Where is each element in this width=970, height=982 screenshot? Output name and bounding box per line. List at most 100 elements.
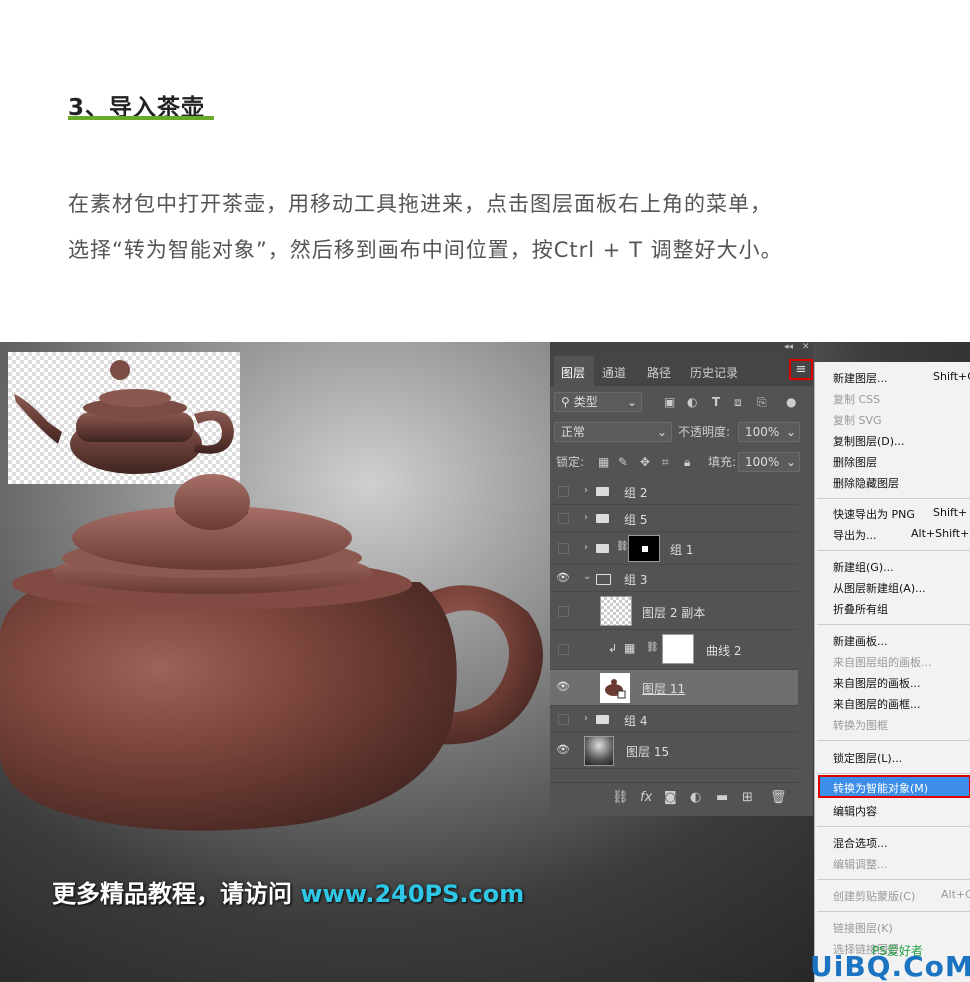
- menu-item-convert-to-smart-object[interactable]: 转换为智能对象(M): [833, 780, 928, 796]
- curves-adjustment-icon: ▦: [624, 641, 636, 655]
- layer-row-layer-15[interactable]: 👁︎ 图层 15: [550, 733, 798, 769]
- chevron-right-icon[interactable]: ›: [584, 512, 588, 523]
- menu-item-artboard-from-group[interactable]: 来自图层组的画板...: [833, 654, 932, 670]
- menu-item-new-group[interactable]: 新建组(G)...: [833, 559, 894, 575]
- teapot-mini-icon: [605, 679, 626, 699]
- adjustment-mask-thumbnail: [662, 634, 694, 664]
- smart-object-filter-icon[interactable]: ⎘: [757, 392, 767, 412]
- site-logo: UiBQ.CoM: [810, 950, 970, 982]
- layer-row-group-4[interactable]: › 组 4: [550, 706, 798, 733]
- tab-channels[interactable]: 通道: [602, 364, 626, 381]
- menu-item-edit-adjustment[interactable]: 编辑调整...: [833, 856, 888, 872]
- menu-item-new-artboard[interactable]: 新建画板...: [833, 633, 888, 649]
- menu-item-edit-contents[interactable]: 编辑内容: [833, 803, 877, 819]
- folder-icon: [596, 514, 609, 523]
- layer-name: 图层 2 副本: [642, 606, 706, 620]
- layer-row-layer-11[interactable]: 👁︎ 图层 11: [550, 670, 798, 706]
- mask-shape: [642, 546, 648, 552]
- watermark-url: www.240PS.com: [300, 880, 525, 908]
- eye-icon[interactable]: 👁︎: [555, 680, 571, 693]
- chevron-right-icon[interactable]: ›: [584, 713, 588, 724]
- mask-icon[interactable]: ◙: [664, 790, 677, 805]
- visibility-toggle[interactable]: [558, 543, 569, 554]
- close-panel-icon[interactable]: ✕: [802, 342, 810, 352]
- menu-separator: [817, 773, 970, 774]
- panel-menu-button[interactable]: ≡: [789, 359, 813, 380]
- layer-name[interactable]: 图层 11: [642, 680, 685, 697]
- blend-row: 正常 ⌄ 不透明度: 100% ⌄: [554, 422, 802, 444]
- blend-mode-value: 正常: [561, 425, 586, 439]
- adjustment-filter-icon[interactable]: ◐: [687, 392, 697, 412]
- chevron-down-icon: ⌄: [785, 425, 796, 439]
- lock-transparent-icon[interactable]: ▦: [598, 452, 609, 472]
- lock-label: 锁定:: [556, 455, 585, 469]
- text-filter-icon[interactable]: T: [712, 392, 720, 412]
- layer-row-group-3[interactable]: 👁︎ ⌄ 组 3: [550, 565, 798, 592]
- tab-paths[interactable]: 路径: [647, 364, 671, 381]
- menu-item-delete-hidden-layers[interactable]: 删除隐藏图层: [833, 475, 899, 491]
- lock-position-icon[interactable]: ✥: [640, 452, 650, 472]
- tab-history[interactable]: 历史记录: [690, 364, 738, 381]
- opacity-label: 不透明度:: [678, 425, 731, 439]
- menu-item-group-from-layers[interactable]: 从图层新建组(A)...: [833, 580, 926, 596]
- menu-item-create-clipping-mask[interactable]: 创建剪贴蒙版(C): [833, 888, 915, 904]
- eye-icon[interactable]: 👁︎: [555, 571, 571, 584]
- lock-all-icon[interactable]: 🔒︎: [684, 452, 690, 472]
- menu-item-new-layer[interactable]: 新建图层...: [833, 370, 888, 386]
- blend-mode-select[interactable]: 正常 ⌄: [554, 422, 672, 442]
- layer-filter-select[interactable]: ⚲ 类型 ⌄: [554, 392, 642, 412]
- menu-item-quick-export-png[interactable]: 快速导出为 PNG: [833, 506, 915, 522]
- menu-item-export-as[interactable]: 导出为...: [833, 527, 877, 543]
- lock-image-icon[interactable]: ✎: [618, 452, 628, 472]
- lock-artboard-icon[interactable]: ⌗: [662, 452, 669, 472]
- layer-row-curves-2[interactable]: ↲ ▦ ⛓ 曲线 2: [550, 630, 798, 670]
- fill-input[interactable]: 100% ⌄: [738, 452, 800, 472]
- image-filter-icon[interactable]: ▣: [664, 392, 675, 412]
- visibility-toggle[interactable]: [558, 513, 569, 524]
- visibility-toggle[interactable]: [558, 486, 569, 497]
- layer-name: 组 2: [624, 486, 648, 500]
- tab-layers[interactable]: 图层: [561, 364, 585, 381]
- adjustment-icon[interactable]: ◐: [690, 790, 701, 805]
- opacity-value: 100%: [745, 425, 780, 439]
- menu-item-duplicate-layer[interactable]: 复制图层(D)...: [833, 433, 905, 449]
- layer-thumbnail: [600, 596, 632, 626]
- collapse-panel-icon[interactable]: ◂◂: [784, 342, 793, 352]
- chevron-right-icon[interactable]: ›: [584, 542, 588, 553]
- menu-item-copy-css[interactable]: 复制 CSS: [833, 391, 880, 407]
- visibility-toggle[interactable]: [558, 644, 569, 655]
- eye-icon[interactable]: 👁︎: [555, 743, 571, 756]
- layer-row-group-2[interactable]: › 组 2: [550, 478, 798, 505]
- link-icon[interactable]: ⛓: [612, 790, 629, 805]
- visibility-toggle[interactable]: [558, 714, 569, 725]
- new-group-icon[interactable]: ▬: [716, 790, 728, 805]
- new-layer-icon[interactable]: ⊞: [742, 790, 753, 805]
- menu-item-frame-from-layers[interactable]: 来自图层的画框...: [833, 696, 921, 712]
- menu-item-collapse-all-groups[interactable]: 折叠所有组: [833, 601, 888, 617]
- menu-item-link-layers[interactable]: 链接图层(K): [833, 920, 893, 936]
- layer-row-group-1[interactable]: › ⛓ 组 1: [550, 532, 798, 565]
- opacity-input[interactable]: 100% ⌄: [738, 422, 800, 442]
- menu-item-lock-layers[interactable]: 锁定图层(L)...: [833, 750, 902, 766]
- layer-row-group-5[interactable]: › 组 5: [550, 505, 798, 532]
- paragraph-line-2: 选择“转为智能对象”，然后移到画布中间位置，按Ctrl + T 调整好大小。: [68, 238, 783, 262]
- menu-item-artboard-from-layers[interactable]: 来自图层的画板...: [833, 675, 921, 691]
- fx-icon[interactable]: fx: [640, 790, 652, 805]
- shape-filter-icon[interactable]: ⧈: [734, 392, 742, 412]
- chevron-right-icon[interactable]: ›: [584, 485, 588, 496]
- menu-item-delete-layer[interactable]: 删除图层: [833, 454, 877, 470]
- menu-item-blending-options[interactable]: 混合选项...: [833, 835, 888, 851]
- filter-toggle-icon[interactable]: ●: [786, 392, 796, 412]
- delete-icon[interactable]: 🗑︎: [770, 790, 787, 805]
- filter-label: 类型: [573, 395, 598, 409]
- layer-row-layer-2-copy[interactable]: 图层 2 副本: [550, 592, 798, 630]
- search-icon: ⚲: [561, 395, 574, 409]
- menu-item-convert-to-frame[interactable]: 转换为图框: [833, 717, 888, 733]
- folder-icon: [596, 715, 609, 724]
- menu-shortcut: Shift+: [933, 506, 968, 519]
- visibility-toggle[interactable]: [558, 606, 569, 617]
- panel-footer: ⛓ fx ◙ ◐ ▬ ⊞ 🗑︎: [550, 782, 798, 813]
- filter-row: ⚲ 类型 ⌄ ▣ ◐ T ⧈ ⎘ ●: [554, 392, 802, 414]
- menu-item-copy-svg[interactable]: 复制 SVG: [833, 412, 882, 428]
- chevron-down-icon[interactable]: ⌄: [583, 571, 591, 582]
